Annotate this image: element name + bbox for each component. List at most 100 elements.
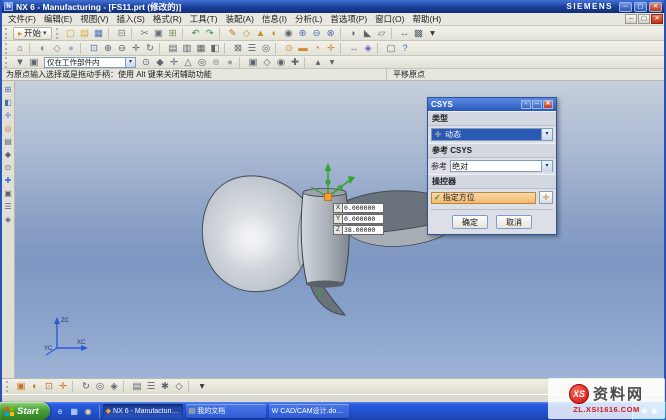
hole-button[interactable]: ◉ [282,27,296,40]
help-button[interactable]: ? [398,42,412,55]
studio-view-button[interactable]: ● [64,42,78,55]
pattern-feature-button[interactable]: ▩ [412,27,426,40]
coordinate-input[interactable]: 0.000000 [342,203,384,213]
chevron-down-icon[interactable]: ▾ [541,161,552,172]
start-menu-button[interactable]: ▸ 开始 ▾ [13,27,52,40]
selection-filter-button[interactable]: ▼ [13,56,27,69]
menu-help[interactable]: 帮助(H) [408,13,445,25]
mdi-minimize-button[interactable]: ─ [625,14,637,24]
highlight-selection-button[interactable]: ✚ [288,56,302,69]
menu-tools[interactable]: 工具(T) [186,13,222,25]
snap-center-button[interactable]: ◎ [195,56,209,69]
menu-assemblies[interactable]: 装配(A) [222,13,258,25]
constraint-navigator-tab[interactable]: ◧ [3,97,14,108]
save-button[interactable]: ▦ [92,27,106,40]
history-tab[interactable]: ▣ [3,188,14,199]
snap-endpoint-button[interactable]: ◆ [153,56,167,69]
toolbar-grip[interactable] [6,381,11,392]
menu-file[interactable]: 文件(F) [4,13,40,25]
coordinate-field[interactable]: Z 38.00000 [333,225,384,235]
minimize-button[interactable]: ─ [619,2,632,12]
internet-explorer-tab[interactable]: ✚ [3,175,14,186]
chevron-down-icon[interactable]: ▾ [125,58,135,67]
extrude-button[interactable]: ▲ [254,27,268,40]
generate-toolpath-button[interactable]: ↻ [79,380,93,393]
zoom-in-button[interactable]: ⊕ [101,42,115,55]
fit-view-button[interactable]: ⊡ [87,42,101,55]
chevron-down-icon[interactable]: ▾ [541,129,552,140]
taskbar-item-word[interactable]: W CAD/CAM设计.doc - Mi... [269,404,349,418]
shell-button[interactable]: ▱ [375,27,389,40]
wireframe-view-button[interactable]: ◇ [50,42,64,55]
undo-button[interactable]: ↶ [189,27,203,40]
datum-plane-button[interactable]: ◇ [240,27,254,40]
copy-button[interactable]: ▣ [152,27,166,40]
dialog-titlebar[interactable]: CSYS ▫ ─ ✕ [428,98,556,111]
toolbar-grip[interactable] [56,28,61,39]
roles-tab[interactable]: ◈ [3,214,14,225]
menu-view[interactable]: 视图(V) [76,13,112,25]
general-selection-button[interactable]: ▾ [325,56,339,69]
create-method-button[interactable]: ✛ [56,380,70,393]
select-body-button[interactable]: ◉ [274,56,288,69]
machine-tool-view-button[interactable]: ▤ [130,380,144,393]
part-navigator-tab[interactable]: ✛ [3,110,14,121]
dialog-collapse-button[interactable]: ▫ [521,100,531,109]
layer-settings-button[interactable]: ☰ [245,42,259,55]
postprocess-button[interactable]: ◈ [107,380,121,393]
assembly-navigator-tab[interactable]: ⊞ [3,84,14,95]
redo-button[interactable]: ↷ [203,27,217,40]
edge-blend-button[interactable]: ◗ [347,27,361,40]
object-analysis-button[interactable]: ◈ [361,42,375,55]
sketch-button[interactable]: ✎ [226,27,240,40]
show-hide-button[interactable]: ◎ [259,42,273,55]
verify-toolpath-button[interactable]: ◎ [93,380,107,393]
taskbar-item-nx[interactable]: ◆ NX 6 - Manufacturing... [103,404,183,418]
media-player-icon[interactable]: ◉ [82,405,95,418]
maximize-button[interactable]: ▢ [634,2,647,12]
csys-type-dropdown[interactable]: ✛ 动态 ▾ [431,128,553,141]
mdi-restore-button[interactable]: ▢ [638,14,650,24]
show-desktop-icon[interactable]: ▦ [68,405,81,418]
dialog-minimize-button[interactable]: ─ [532,100,542,109]
menu-insert[interactable]: 插入(S) [113,13,149,25]
create-operation-button[interactable]: ▣ [14,380,28,393]
new-file-button[interactable]: ▢ [64,27,78,40]
line-button[interactable]: ▬ [296,42,310,55]
taskbar-item-documents[interactable]: ▤ 我的文档 [186,404,266,418]
ok-button[interactable]: 确定 [452,215,488,229]
class-selection-button[interactable]: ▣ [27,56,41,69]
window-titlebar[interactable]: N NX 6 - Manufacturing - [FS11.prt (修改的)… [2,0,664,13]
cancel-button[interactable]: 取消 [496,215,532,229]
snap-midpoint-button[interactable]: ✛ [167,56,181,69]
coordinate-input[interactable]: 0.000000 [342,214,384,224]
reuse-library-tab[interactable]: ◆ [3,149,14,160]
dialog-close-button[interactable]: ✕ [543,100,553,109]
menu-edit[interactable]: 编辑(E) [40,13,76,25]
mdi-close-button[interactable]: ✕ [651,14,663,24]
toolbar-grip[interactable] [5,43,10,54]
cut-button[interactable]: ✂ [138,27,152,40]
program-order-view-button[interactable]: ☰ [144,380,158,393]
graphics-window[interactable]: X 0.000000 Y 0.000000 Z 38.00000 [15,81,664,378]
close-button[interactable]: ✕ [649,2,662,12]
front-view-button[interactable]: ▤ [166,42,180,55]
intersect-button[interactable]: ⊗ [324,27,338,40]
more-views-button[interactable]: ▾ [195,380,209,393]
coordinate-field[interactable]: X 0.000000 [333,203,384,213]
window-button[interactable]: ▢ [384,42,398,55]
toolbar-grip[interactable] [5,28,10,39]
datum-csys-button[interactable]: ✛ [324,42,338,55]
move-face-button[interactable]: ↔ [398,27,412,40]
system-materials-tab[interactable]: ☰ [3,201,14,212]
menu-preferences[interactable]: 首选项(P) [326,13,371,25]
specify-orientation-field[interactable]: ✓ 指定方位 [431,192,536,204]
shaded-view-button[interactable]: ◐ [36,42,50,55]
snap-point-button[interactable]: ⊙ [139,56,153,69]
method-view-button[interactable]: ◇ [172,380,186,393]
top-view-button[interactable]: ▥ [180,42,194,55]
csys-constructor-button[interactable]: ✛ [539,191,553,204]
isometric-view-button[interactable]: ◧ [208,42,222,55]
menu-information[interactable]: 信息(I) [258,13,291,25]
create-tool-button[interactable]: ◐ [28,380,42,393]
